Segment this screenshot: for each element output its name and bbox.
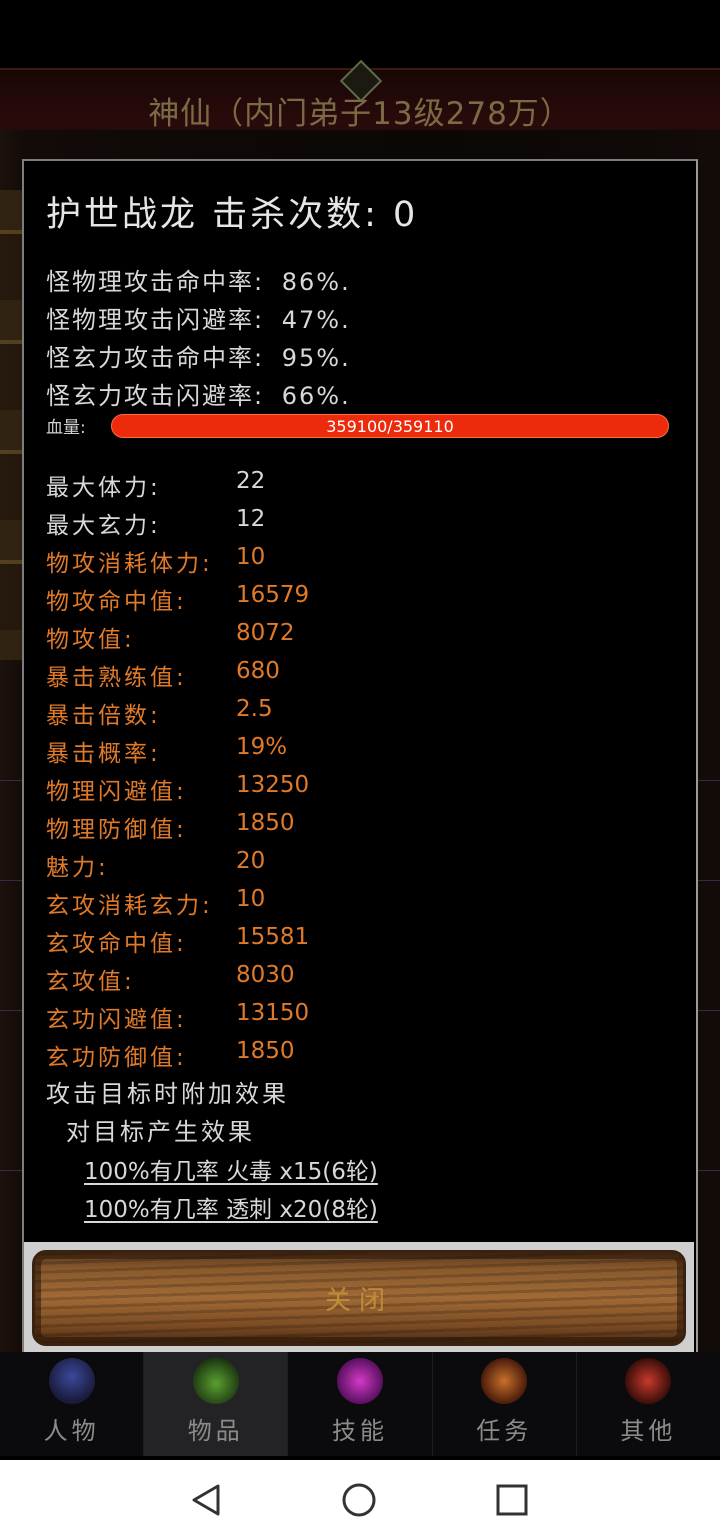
rate-label: 怪物理攻击命中率: xyxy=(46,268,265,296)
stat-label: 物理防御值: xyxy=(46,817,187,843)
stat-label: 物攻命中值: xyxy=(46,589,187,615)
stat-label: 物攻消耗体力: xyxy=(46,551,213,577)
rate-row: 怪玄力攻击命中率: 95%. xyxy=(46,338,351,373)
quest-icon xyxy=(481,1358,528,1404)
close-button-frame: 关闭 xyxy=(24,1242,694,1354)
stat-value: 10 xyxy=(236,544,266,570)
stat-value: 10 xyxy=(236,886,266,912)
stat-value: 2.5 xyxy=(236,696,273,722)
stat-label: 暴击倍数: xyxy=(46,703,161,729)
nav-label: 其他 xyxy=(620,1417,677,1445)
stat-value: 22 xyxy=(236,468,266,494)
stat-value: 19% xyxy=(236,734,288,760)
nav-label: 物品 xyxy=(187,1417,244,1445)
rate-row: 怪玄力攻击闪避率: 66%. xyxy=(46,376,351,411)
rate-label: 怪物理攻击闪避率: xyxy=(46,306,265,334)
stat-value: 8072 xyxy=(236,620,295,646)
nav-tab-quests[interactable]: 任务 xyxy=(433,1352,577,1456)
nav-tab-other[interactable]: 其他 xyxy=(577,1352,720,1456)
back-icon[interactable] xyxy=(188,1482,224,1518)
stat-label: 玄攻命中值: xyxy=(46,931,187,957)
rate-label: 怪玄力攻击闪避率: xyxy=(46,382,265,410)
effects-subheading: 对目标产生效果 xyxy=(66,1118,255,1146)
character-icon xyxy=(48,1358,95,1404)
close-button-label: 关闭 xyxy=(324,1285,393,1316)
rate-label: 怪玄力攻击命中率: xyxy=(46,344,265,372)
system-nav-bar xyxy=(0,1460,720,1540)
effect-link[interactable]: 100%有几率 火毒 x15(6轮) xyxy=(84,1152,378,1186)
status-bar-area xyxy=(0,0,720,68)
nav-label: 技能 xyxy=(332,1417,388,1445)
hp-label: 血量: xyxy=(46,418,86,438)
stat-label: 玄功防御值: xyxy=(46,1045,187,1071)
stat-label: 最大体力: xyxy=(46,475,161,501)
skill-orb-icon xyxy=(337,1358,383,1404)
character-title: 神仙（内门弟子13级278万） xyxy=(148,96,572,132)
rate-value: 66%. xyxy=(281,382,351,410)
stat-label: 暴击概率: xyxy=(46,741,161,767)
stat-label: 最大玄力: xyxy=(46,513,161,539)
nav-label: 人物 xyxy=(43,1417,100,1445)
bottom-nav: 人物 物品 技能 任务 其他 xyxy=(0,1352,720,1456)
monster-title: 护世战龙 击杀次数: 0 xyxy=(46,195,419,235)
stat-value: 13250 xyxy=(236,772,310,798)
stat-value: 13150 xyxy=(236,1000,310,1026)
stat-value: 15581 xyxy=(236,924,310,950)
stat-value: 20 xyxy=(236,848,266,874)
stat-label: 物理闪避值: xyxy=(46,779,187,805)
stat-label: 物攻值: xyxy=(46,627,135,653)
nav-tab-skills[interactable]: 技能 xyxy=(288,1352,433,1456)
hp-text: 359100/359110 xyxy=(326,416,454,436)
hp-bar: 359100/359110 xyxy=(111,414,669,438)
effect-link[interactable]: 100%有几率 透刺 x20(8轮) xyxy=(84,1190,378,1224)
rate-row: 怪物理攻击闪避率: 47%. xyxy=(46,300,351,335)
stat-value: 680 xyxy=(236,658,280,684)
stat-value: 8030 xyxy=(236,962,295,988)
stat-value: 12 xyxy=(236,506,266,532)
stat-label: 玄功闪避值: xyxy=(46,1007,187,1033)
rate-value: 47%. xyxy=(281,306,351,334)
close-button[interactable]: 关闭 xyxy=(32,1250,686,1346)
effects-heading: 攻击目标时附加效果 xyxy=(46,1080,289,1108)
recents-icon[interactable] xyxy=(494,1482,530,1518)
equipment-frame-left xyxy=(0,190,24,660)
stat-value: 1850 xyxy=(236,1038,295,1064)
rate-value: 86%. xyxy=(281,268,351,296)
home-icon[interactable] xyxy=(341,1482,377,1518)
stat-value: 16579 xyxy=(236,582,310,608)
rate-value: 95%. xyxy=(281,344,351,372)
bag-icon xyxy=(192,1358,239,1404)
stat-label: 玄攻值: xyxy=(46,969,135,995)
stat-label: 暴击熟练值: xyxy=(46,665,187,691)
rate-row: 怪物理攻击命中率: 86%. xyxy=(46,262,351,297)
nav-tab-character[interactable]: 人物 xyxy=(0,1352,145,1456)
nav-label: 任务 xyxy=(476,1417,533,1445)
stat-label: 魅力: xyxy=(46,855,109,881)
stat-value: 1850 xyxy=(236,810,295,836)
sword-icon xyxy=(625,1358,672,1404)
nav-tab-items[interactable]: 物品 xyxy=(144,1352,289,1456)
stat-label: 玄攻消耗玄力: xyxy=(46,893,213,919)
